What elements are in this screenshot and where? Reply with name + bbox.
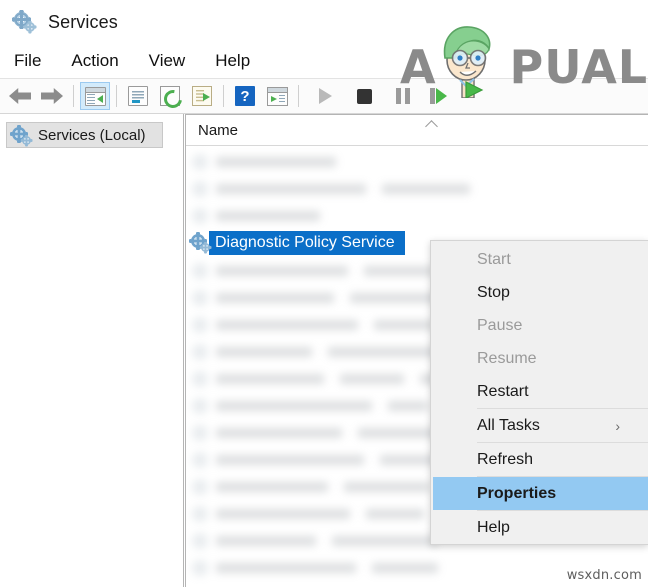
forward-button[interactable] <box>37 82 67 110</box>
title-bar: Services <box>0 0 648 44</box>
context-menu-item-help[interactable]: Help <box>431 511 648 544</box>
context-menu-item-start: Start <box>477 250 511 268</box>
restart-service-icon <box>429 88 447 104</box>
toolbar-separator <box>73 85 74 107</box>
context-menu-item-refresh[interactable]: Refresh <box>431 443 648 476</box>
help-button[interactable]: ? <box>230 82 260 110</box>
show-hide-console-tree-icon <box>84 86 106 106</box>
list-item-label: Diagnostic Policy Service <box>215 234 395 251</box>
context-menu-item-resume: Resume <box>477 349 537 367</box>
services-gear-icon <box>13 10 37 34</box>
menu-bar: File Action View Help <box>0 44 648 78</box>
list-item[interactable] <box>186 175 648 202</box>
menu-help[interactable]: Help <box>215 51 250 71</box>
back-icon <box>9 88 31 104</box>
show-action-pane-icon <box>266 86 288 106</box>
window-title: Services <box>48 11 118 32</box>
stop-service-icon <box>356 88 372 104</box>
context-menu-item-properties[interactable]: Properties <box>433 477 648 510</box>
toolbar: ? <box>0 78 648 114</box>
console-tree-sidebar: Services (Local) <box>0 114 184 587</box>
show-hide-console-tree-button[interactable] <box>80 82 110 110</box>
properties-icon <box>128 86 148 106</box>
back-button[interactable] <box>5 82 35 110</box>
context-menu-item-pause: Pause <box>477 316 523 334</box>
toolbar-separator <box>298 85 299 107</box>
context-menu: Start Stop Pause Resume Restart All Task… <box>430 240 648 545</box>
pause-service-button[interactable] <box>388 82 418 110</box>
column-header-name[interactable]: Name <box>186 122 238 139</box>
start-service-button[interactable] <box>310 82 340 110</box>
menu-action[interactable]: Action <box>71 51 118 71</box>
list-column-header: Name <box>186 115 648 146</box>
sort-ascending-icon <box>427 120 440 127</box>
services-gear-icon <box>191 232 213 254</box>
start-service-icon <box>318 88 332 104</box>
selection-highlight: Diagnostic Policy Service <box>209 231 405 255</box>
properties-button[interactable] <box>123 82 153 110</box>
sidebar-item-label: Services (Local) <box>38 126 146 144</box>
context-menu-item-stop[interactable]: Stop <box>431 276 648 309</box>
show-action-pane-button[interactable] <box>262 82 292 110</box>
services-window: Services File Action View Help ? A PUAL … <box>0 0 648 587</box>
stop-service-button[interactable] <box>349 82 379 110</box>
list-item[interactable] <box>186 202 648 229</box>
menu-view[interactable]: View <box>149 51 186 71</box>
restart-service-button[interactable] <box>423 82 453 110</box>
refresh-icon <box>160 86 186 112</box>
pause-service-icon <box>396 88 410 104</box>
context-menu-item-all-tasks[interactable]: All Tasks › <box>431 409 648 442</box>
sidebar-item-services-local[interactable]: Services (Local) <box>6 122 163 148</box>
export-list-button[interactable] <box>187 82 217 110</box>
site-watermark: wsxdn.com <box>566 568 642 583</box>
chevron-right-icon: › <box>615 417 620 434</box>
menu-file[interactable]: File <box>14 51 41 71</box>
forward-icon <box>41 88 63 104</box>
context-menu-item-restart[interactable]: Restart <box>431 375 648 408</box>
export-list-icon <box>192 86 212 106</box>
toolbar-separator <box>223 85 224 107</box>
refresh-button[interactable] <box>155 82 186 112</box>
list-item[interactable] <box>186 148 648 175</box>
context-menu-item-label: All Tasks <box>477 416 540 434</box>
toolbar-separator <box>116 85 117 107</box>
help-icon: ? <box>235 86 255 106</box>
services-gear-icon <box>12 125 32 145</box>
